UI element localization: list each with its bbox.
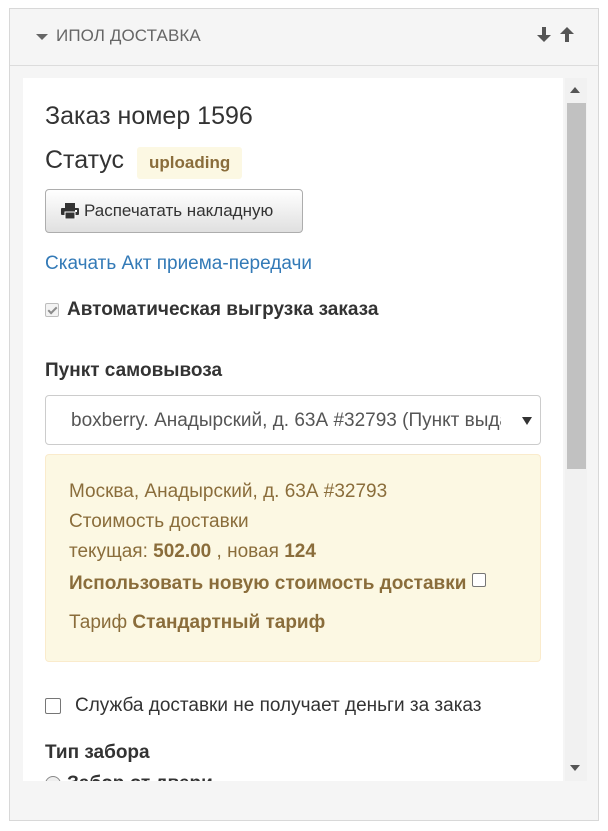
- order-title: Заказ номер 1596: [45, 102, 253, 130]
- print-waybill-label: Распечатать накладную: [84, 201, 274, 220]
- delivery-info-box: Москва, Анадырский, д. 63А #32793 Стоимо…: [45, 454, 541, 662]
- panel-title: ИПОЛ ДОСТАВКА: [56, 26, 201, 45]
- status-label: Статус: [45, 146, 125, 174]
- use-new-cost-row: Использовать новую стоимость доставки: [69, 573, 487, 595]
- auto-upload-checkbox[interactable]: [45, 303, 59, 317]
- tariff-line: Тариф Стандартный тариф: [69, 612, 325, 634]
- no-money-label: Служба доставки не получает деньги за за…: [75, 695, 482, 716]
- pickup-point-label: Пункт самовывоза: [45, 360, 223, 381]
- collapse-caret-icon[interactable]: [36, 34, 48, 40]
- arrow-down-icon: [537, 27, 551, 42]
- use-new-cost-label: Использовать новую стоимость доставки: [69, 573, 467, 594]
- move-up-button[interactable]: [559, 25, 575, 45]
- status-badge: uploading: [137, 147, 243, 179]
- scroll-thumb[interactable]: [567, 103, 586, 469]
- scroll-down-icon[interactable]: [570, 765, 580, 771]
- current-cost-value: 502.00: [153, 541, 212, 562]
- pickup-type-option: Забор от двери: [45, 773, 213, 781]
- delivery-cost-line: текущая: 502.00 , новая 124: [69, 541, 316, 563]
- no-money-row: Служба доставки не получает деньги за за…: [45, 695, 482, 717]
- current-cost-label: текущая:: [69, 541, 148, 562]
- print-waybill-button[interactable]: Распечатать накладную: [45, 189, 303, 233]
- pickup-point-select[interactable]: boxberry. Анадырский, д. 63А #32793 (Пун…: [45, 395, 541, 445]
- door-pickup-label: Забор от двери: [67, 773, 213, 781]
- no-money-checkbox[interactable]: [45, 698, 61, 714]
- tariff-value: Стандартный тариф: [132, 612, 326, 633]
- pickup-address: Москва, Анадырский, д. 63А #32793: [69, 481, 388, 502]
- delivery-cost-title: Стоимость доставки: [69, 511, 249, 532]
- vertical-scrollbar[interactable]: [565, 78, 587, 781]
- delivery-panel: ИПОЛ ДОСТАВКА Заказ номер 1596 Статус up…: [9, 8, 599, 821]
- auto-upload-label: Автоматическая выгрузка заказа: [67, 299, 379, 320]
- scroll-up-icon[interactable]: [570, 87, 580, 93]
- move-down-button[interactable]: [536, 25, 552, 45]
- download-act-link[interactable]: Скачать Акт приема-передачи: [45, 253, 312, 275]
- printer-icon: [61, 203, 79, 219]
- door-pickup-radio[interactable]: [45, 776, 61, 781]
- new-cost-value: 124: [284, 541, 316, 562]
- use-new-cost-checkbox[interactable]: [472, 573, 487, 587]
- panel-content: Заказ номер 1596 Статус uploading Распеч…: [23, 78, 563, 781]
- pickup-type-label: Тип забора: [45, 742, 150, 763]
- pickup-point-value: boxberry. Анадырский, д. 63А #32793 (Пун…: [71, 410, 501, 431]
- tariff-label: Тариф: [69, 612, 128, 633]
- auto-upload-row: Автоматическая выгрузка заказа: [45, 299, 378, 321]
- new-cost-label: , новая: [216, 541, 279, 562]
- panel-header[interactable]: ИПОЛ ДОСТАВКА: [10, 9, 598, 66]
- select-caret-icon: [522, 417, 532, 425]
- arrow-up-icon: [560, 27, 574, 42]
